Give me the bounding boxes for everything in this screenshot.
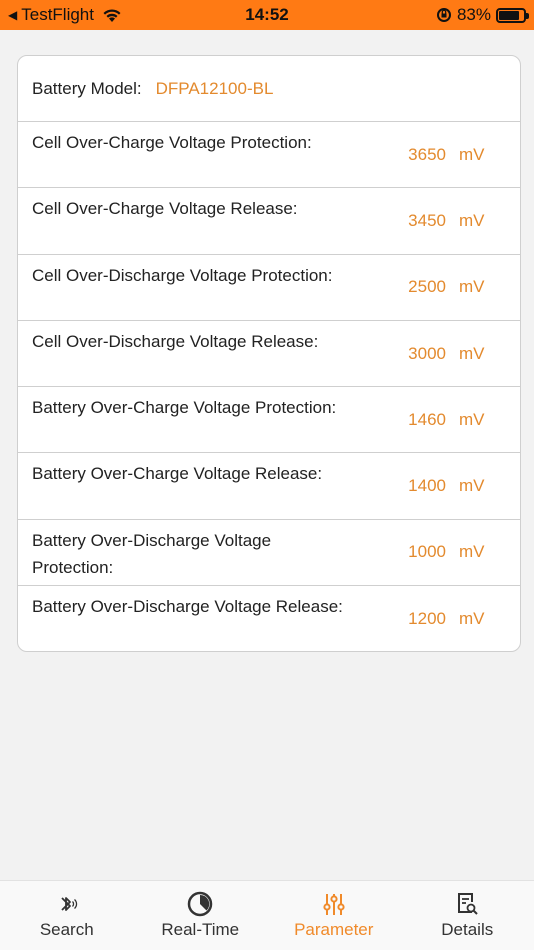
parameter-row: Battery Over-Charge Voltage Protection: 1… [18,387,520,454]
parameter-label: Battery Over-Discharge Voltage Release: [32,597,343,617]
status-indicators: 83% [436,5,529,25]
parameter-label: Battery Over-Discharge Voltage Protectio… [32,530,272,577]
bluetooth-icon [61,897,77,911]
parameter-value: 3650 [408,144,446,164]
back-app-label: TestFlight [21,5,94,24]
document-search-icon [458,893,478,915]
tab-bar: Search Real-Time Parameter Details [0,880,534,950]
back-to-app-button[interactable]: ◀ TestFlight [8,5,122,25]
battery-fill [499,10,519,20]
parameter-value: 1400 [408,476,446,496]
parameter-unit: mV [459,609,485,629]
tab-parameter[interactable]: Parameter [267,881,401,950]
tab-search[interactable]: Search [0,881,134,950]
parameter-row: Battery Over-Charge Voltage Release: 1400… [18,453,520,520]
battery-model-row: Battery Model: DFPA12100-BL [18,56,520,122]
parameter-label: Cell Over-Discharge Voltage Release: [32,331,319,351]
wifi-icon [103,9,121,22]
parameter-unit: mV [459,210,485,230]
parameter-row: Cell Over-Charge Voltage Protection: 3650… [18,122,520,189]
parameter-label: Battery Over-Charge Voltage Protection: [32,398,337,418]
battery-percent: 83% [456,5,491,24]
parameter-unit: mV [459,409,485,429]
tab-details-label: Details [441,920,494,939]
parameter-value: 3000 [408,343,446,363]
parameter-label: Battery Over-Charge Voltage Release: [32,464,323,484]
parameter-value: 3450 [408,210,446,230]
parameter-unit: mV [459,144,485,164]
tab-real-time-label: Real-Time [161,920,240,939]
parameter-card: Battery Model: DFPA12100-BL Cell Over-Ch… [17,55,521,652]
status-bar: ◀ TestFlight 14:52 83% [0,0,534,30]
parameter-row: Cell Over-Charge Voltage Release: 3450 mV [18,188,520,255]
tab-details[interactable]: Details [401,881,534,950]
parameter-value: 2500 [408,277,446,297]
tab-real-time[interactable]: Real-Time [134,881,268,950]
gauge-icon [188,891,213,917]
parameter-value: 1000 [408,542,446,562]
battery-icon [496,7,529,23]
parameter-label: Cell Over-Charge Voltage Release: [32,199,298,219]
parameter-value: 1200 [408,609,446,629]
battery-model-label: Battery Model: [32,78,142,98]
parameter-unit: mV [459,277,485,297]
orientation-lock-icon [436,8,451,22]
parameter-label: Cell Over-Discharge Voltage Protection: [32,265,333,285]
parameter-unit: mV [459,476,485,496]
parameter-row: Cell Over-Discharge Voltage Release: 3000… [18,321,520,388]
battery-model-value: DFPA12100-BL [155,78,274,98]
parameter-unit: mV [459,343,485,363]
parameter-value: 1460 [408,409,446,429]
parameter-row: Cell Over-Discharge Voltage Protection: 2… [18,255,520,321]
back-arrow-icon: ◀ [8,8,18,22]
tab-search-label: Search [39,920,94,939]
parameter-unit: mV [459,542,485,562]
parameter-label: Cell Over-Charge Voltage Protection: [32,133,312,152]
tab-parameter-label: Parameter [294,920,374,939]
parameter-row: Battery Over-Discharge Voltage Release: 1… [18,586,520,651]
parameter-row: Battery Over-Discharge Voltage Protectio… [18,520,520,587]
sliders-icon [323,894,345,915]
